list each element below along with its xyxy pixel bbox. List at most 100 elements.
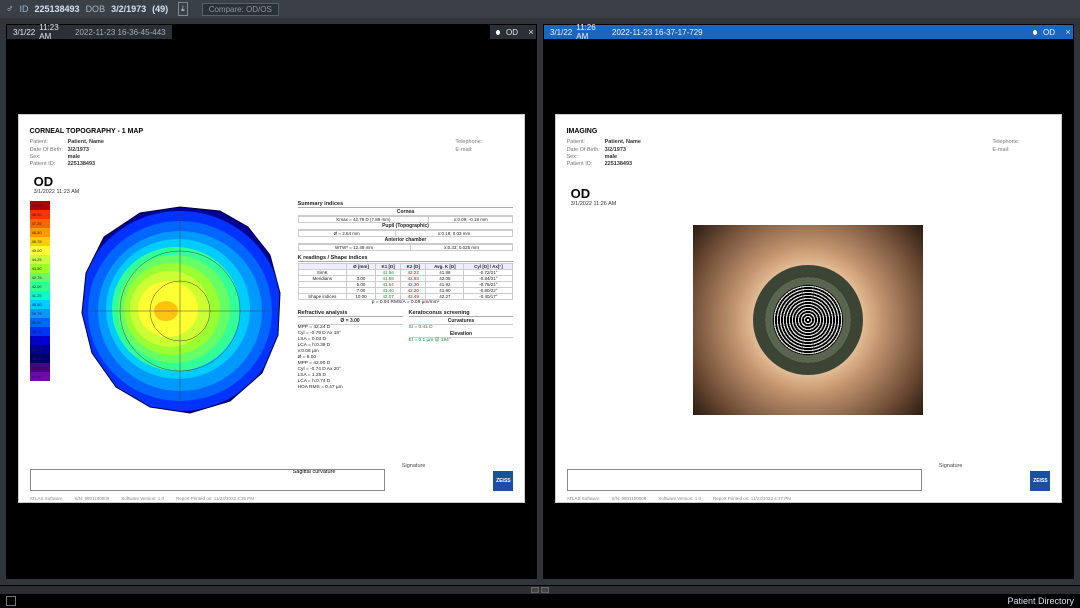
signature-label: Signature — [939, 463, 963, 469]
ant-header: Anterior chamber — [298, 237, 514, 244]
footer-printed: Report Printed on: 11/23/2022 4:37 PM — [713, 496, 791, 501]
left-pane: 3/1/22 11:23 AM 2022-11-23 16-36-45-443 … — [6, 24, 537, 579]
expand-handle-icon[interactable] — [541, 587, 549, 593]
patient-meta: Patient:Patient, Name Date Of Birth:3/2/… — [567, 139, 1051, 168]
right-tab-session[interactable]: 2022-11-23 16-37-17-729 — [606, 25, 709, 39]
right-tab-date[interactable]: 3/1/22 11:26 AM — [544, 25, 606, 39]
report-content: 49.2548.0047.2546.5045.7545.0044.2543.50… — [30, 201, 514, 431]
export-icon[interactable]: ⤓ — [178, 2, 188, 16]
kread-title: K readings / Shape indices — [298, 255, 514, 262]
color-step: 39.00 — [30, 318, 50, 327]
kerato-curv-h: Curvatures — [409, 318, 514, 325]
data-column: Summary indices Cornea Kmax = 42.79 D (7… — [298, 201, 514, 431]
od-label: OD — [34, 174, 514, 189]
left-tab-session[interactable]: 2022-11-23 16-36-45-443 — [69, 25, 172, 39]
lbl-pid: Patient ID: — [567, 161, 601, 168]
topography-map — [70, 201, 290, 421]
color-step: 35.25 — [30, 363, 50, 372]
color-step: 45.00 — [30, 246, 50, 255]
report-title: CORNEAL TOPOGRAPHY - 1 MAP — [30, 128, 514, 135]
color-scale: 49.2548.0047.2546.5045.7545.0044.2543.50… — [30, 201, 50, 381]
left-tab-date[interactable]: 3/1/22 11:23 AM — [7, 25, 69, 39]
lbl-dob: Date Of Birth: — [567, 147, 601, 154]
refr-title: Refractive analysis — [298, 310, 403, 317]
val-dob: 3/2/1973 — [68, 147, 89, 154]
lbl-email: E-mail: — [992, 147, 1026, 154]
zeiss-logo: ZEISS — [1030, 471, 1050, 491]
lbl-pid: Patient ID: — [30, 161, 64, 168]
tab-date: 3/1/22 — [550, 28, 572, 37]
kerato-title: Keratoconus screening — [409, 310, 514, 317]
workspace: 3/1/22 11:23 AM 2022-11-23 16-36-45-443 … — [0, 18, 1080, 586]
refr-sub: Ø = 3.00 — [298, 318, 403, 325]
footer-sw: ATLAS Software — [567, 496, 600, 501]
eye-label: OD — [1043, 28, 1055, 37]
color-step: 47.25 — [30, 219, 50, 228]
lbl-tel: Telephone: — [455, 139, 489, 146]
pupil-header: Pupil (Topographic) — [298, 223, 514, 230]
summary-indices: Summary indices Cornea Kmax = 42.79 D (7… — [298, 201, 514, 251]
tab-session: 2022-11-23 16-37-17-729 — [612, 28, 703, 37]
signature-label: Signature — [402, 463, 426, 469]
k-readings: K readings / Shape indices Ø [mm]K1 [D]K… — [298, 255, 514, 306]
lbl-email: E-mail: — [455, 147, 489, 154]
pane-divider[interactable] — [0, 586, 1080, 594]
left-tab-eye[interactable]: OD — [490, 25, 524, 39]
lbl-sex: Sex: — [30, 154, 64, 161]
footer-ver: Software Version: 1.0 — [121, 496, 164, 501]
val-patient: Patient, Name — [68, 139, 104, 146]
close-icon[interactable]: × — [1065, 27, 1070, 37]
color-step: 42.00 — [30, 282, 50, 291]
tab-session: 2022-11-23 16-36-45-443 — [75, 28, 166, 37]
val-dob: 3/2/1973 — [605, 147, 626, 154]
status-dot-icon — [1033, 30, 1037, 35]
kread-footer: p = 0.94 RMS/A = 0.09 µm/mm² — [298, 300, 514, 306]
left-close-tab[interactable]: × — [524, 25, 536, 39]
kerato-elev-v: EI = 0.1 µm @ 194° — [409, 338, 451, 343]
compare-button[interactable]: Compare: OD/OS — [202, 3, 279, 16]
signature-box[interactable] — [567, 469, 923, 491]
left-tabbar: 3/1/22 11:23 AM 2022-11-23 16-36-45-443 … — [7, 25, 536, 39]
collapse-handle-icon[interactable] — [531, 587, 539, 593]
right-close-tab[interactable]: × — [1061, 25, 1073, 39]
color-step: 42.75 — [30, 273, 50, 282]
patient-directory-button[interactable]: Patient Directory — [1007, 596, 1074, 606]
signature-box[interactable] — [30, 469, 386, 491]
lbl-patient: Patient: — [30, 139, 64, 146]
window-icon[interactable] — [6, 596, 16, 606]
color-step: 41.25 — [30, 291, 50, 300]
val-sex: male — [68, 154, 81, 161]
age-value: (49) — [152, 4, 168, 14]
summary-title: Summary indices — [298, 201, 514, 208]
color-step: 37.50 — [30, 336, 50, 345]
color-step: 38.25 — [30, 327, 50, 336]
tab-date: 3/1/22 — [13, 28, 35, 37]
patient-meta: Patient:Patient, Name Date Of Birth:3/2/… — [30, 139, 514, 168]
od-timestamp: 3/1/2022 11:23 AM — [34, 189, 80, 195]
right-report-area: IMAGING Patient:Patient, Name Date Of Bi… — [544, 39, 1073, 578]
sex-icon: ♂ — [6, 4, 14, 15]
dob-label: DOB — [86, 4, 106, 14]
iris — [753, 265, 863, 375]
close-icon[interactable]: × — [528, 27, 533, 37]
topography-map-area: 49.2548.0047.2546.5045.7545.0044.2543.50… — [30, 201, 290, 431]
color-step: 46.50 — [30, 228, 50, 237]
id-label: ID — [20, 4, 29, 14]
color-step: 36.00 — [30, 354, 50, 363]
right-pane: 3/1/22 11:26 AM 2022-11-23 16-37-17-729 … — [543, 24, 1074, 579]
footer-sn: S/N: 9801100008 — [75, 496, 110, 501]
footer-ver: Software Version: 1.0 — [658, 496, 701, 501]
right-tab-eye[interactable]: OD — [1027, 25, 1061, 39]
color-step: 44.25 — [30, 255, 50, 264]
right-page: IMAGING Patient:Patient, Name Date Of Bi… — [555, 114, 1063, 502]
dob-value: 3/2/1973 — [111, 4, 146, 14]
bottom-bar: Patient Directory — [0, 594, 1080, 608]
keratoconus: Keratoconus screening Curvatures SI = 0.… — [409, 310, 514, 391]
val-pid: 225138493 — [605, 161, 633, 168]
color-step: 49.25 — [30, 201, 50, 210]
kerato-curv-v: SI = 0.41 D — [409, 325, 433, 330]
color-step: 45.75 — [30, 237, 50, 246]
report-footer: ATLAS Software S/N: 9801100008 Software … — [30, 496, 254, 501]
cornea-header: Cornea — [298, 209, 514, 216]
od-label: OD — [571, 186, 1051, 201]
